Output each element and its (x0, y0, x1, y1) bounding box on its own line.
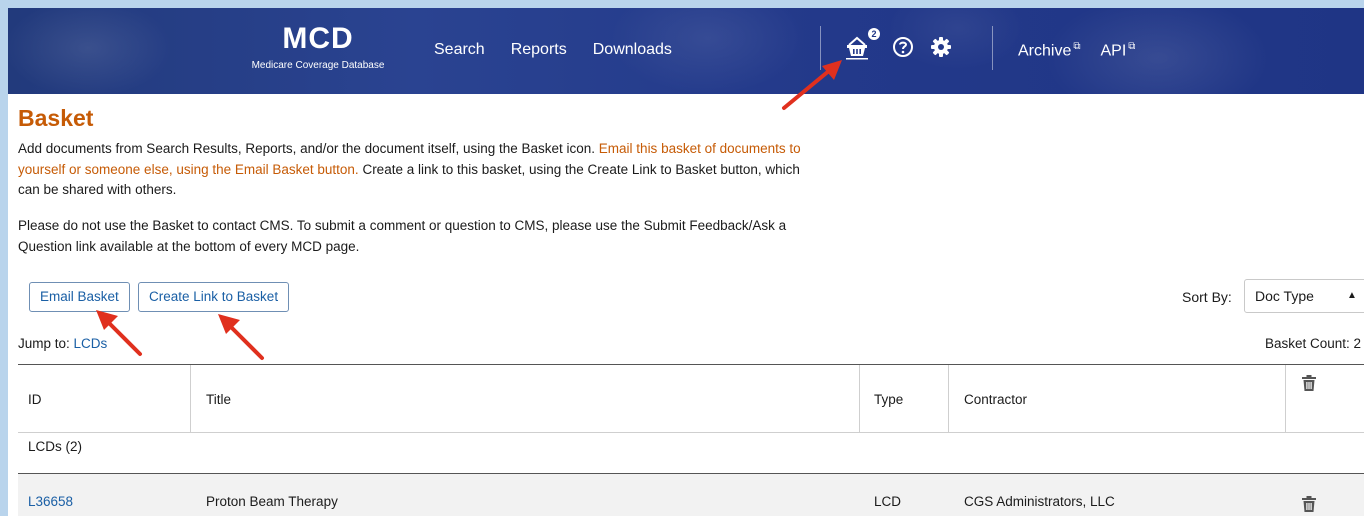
logo-subtitle: Medicare Coverage Database (251, 60, 385, 71)
group-label: LCDs (2) (28, 439, 83, 454)
basket-count-badge: 2 (868, 28, 880, 40)
logo-main: MCD (282, 22, 354, 55)
basket-count: Basket Count: 2 (1265, 336, 1362, 351)
intro-text-1: Add documents from Search Results, Repor… (18, 141, 599, 156)
site-header: MCD Medicare Coverage Database Search Re… (8, 8, 1364, 94)
external-links: Archive ⧉ API ⧉ (1018, 41, 1135, 60)
row-id-link[interactable]: L36658 (28, 494, 73, 509)
col-separator (948, 365, 949, 433)
row-type: LCD (874, 494, 902, 509)
header-divider-2 (992, 26, 993, 70)
header-id[interactable]: ID (28, 392, 42, 407)
api-label: API (1100, 42, 1127, 60)
col-separator (190, 365, 191, 433)
remove-all-trash-icon[interactable] (1302, 375, 1316, 391)
row-title: Proton Beam Therapy (206, 494, 338, 509)
main-nav: Search Reports Downloads (434, 41, 672, 59)
create-link-button[interactable]: Create Link to Basket (138, 282, 290, 312)
help-icon[interactable] (892, 36, 914, 58)
archive-label: Archive (1018, 42, 1072, 60)
sort-label: Sort By: (1182, 289, 1232, 305)
external-link-icon: ⧉ (1128, 41, 1136, 52)
header-type[interactable]: Type (874, 392, 903, 407)
col-separator (859, 365, 860, 433)
remove-row-trash-icon[interactable] (1302, 496, 1316, 512)
page-title: Basket (18, 105, 94, 131)
archive-link[interactable]: Archive ⧉ (1018, 41, 1081, 60)
external-link-icon: ⧉ (1073, 41, 1081, 52)
annotation-arrow-icon (96, 310, 142, 356)
nav-search[interactable]: Search (434, 41, 485, 59)
intro-paragraph: Add documents from Search Results, Repor… (18, 139, 808, 201)
gear-icon[interactable] (930, 36, 952, 58)
sort-select[interactable]: Doc Type ▲ (1244, 279, 1364, 313)
page-frame: MCD Medicare Coverage Database Search Re… (8, 8, 1364, 516)
group-row-lcds (18, 433, 1364, 474)
sort-value: Doc Type (1255, 288, 1314, 304)
api-link[interactable]: API ⧉ (1101, 41, 1136, 60)
header-title[interactable]: Title (206, 392, 231, 407)
notice-paragraph: Please do not use the Basket to contact … (18, 218, 787, 254)
row-contractor: CGS Administrators, LLC (964, 494, 1115, 509)
nav-reports[interactable]: Reports (511, 41, 567, 59)
mcd-logo[interactable]: MCD Medicare Coverage Database (238, 22, 398, 71)
jump-label: Jump to: (18, 336, 74, 351)
header-icons: 2 (844, 28, 952, 60)
col-separator (1285, 365, 1286, 433)
header-contractor[interactable]: Contractor (964, 392, 1027, 407)
nav-downloads[interactable]: Downloads (593, 41, 672, 59)
select-caret-icon: ▲ (1347, 290, 1357, 301)
annotation-arrow-icon (218, 314, 264, 360)
annotation-arrow-icon (782, 60, 842, 110)
